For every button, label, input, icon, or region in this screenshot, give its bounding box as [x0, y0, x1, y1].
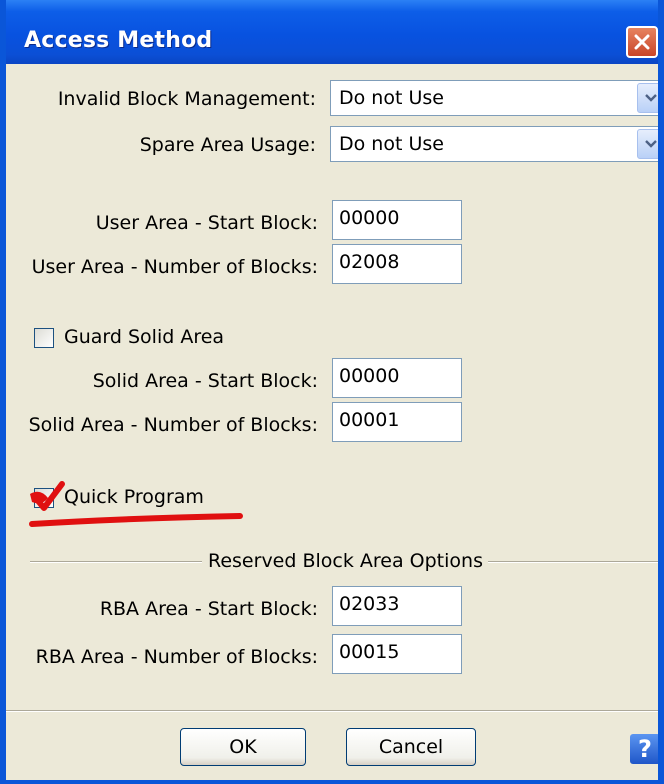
user-area-number-label: User Area - Number of Blocks:	[31, 256, 318, 278]
section-divider	[30, 561, 202, 563]
guard-solid-area-label[interactable]: Guard Solid Area	[64, 326, 224, 348]
rba-number-input[interactable]	[333, 635, 461, 673]
rba-section-title: Reserved Block Area Options	[208, 550, 483, 572]
dialog-title: Access Method	[24, 28, 213, 53]
solid-area-start-input[interactable]	[333, 359, 461, 397]
rba-number-field[interactable]	[332, 634, 462, 674]
solid-area-start-label: Solid Area - Start Block:	[92, 370, 318, 392]
section-divider	[488, 561, 658, 563]
help-icon: ?	[638, 735, 652, 763]
user-area-start-input[interactable]	[333, 201, 461, 239]
user-area-start-label: User Area - Start Block:	[95, 212, 318, 234]
chevron-down-icon	[645, 140, 657, 148]
solid-area-number-label: Solid Area - Number of Blocks:	[28, 414, 318, 436]
rba-start-input[interactable]	[333, 587, 461, 625]
close-icon	[634, 34, 650, 50]
user-area-number-input[interactable]	[333, 245, 461, 283]
ok-button[interactable]: OK	[180, 728, 306, 766]
chevron-down-icon	[645, 94, 657, 102]
rba-number-label: RBA Area - Number of Blocks:	[35, 646, 318, 668]
solid-area-number-field[interactable]	[332, 402, 462, 442]
spare-area-usage-select[interactable]: Do not Use	[330, 126, 658, 162]
spare-area-usage-label: Spare Area Usage:	[139, 134, 316, 156]
invalid-block-management-value: Do not Use	[339, 87, 444, 109]
rba-start-field[interactable]	[332, 586, 462, 626]
solid-area-number-input[interactable]	[333, 403, 461, 441]
rba-start-label: RBA Area - Start Block:	[99, 598, 318, 620]
dropdown-arrow-button[interactable]	[637, 129, 658, 159]
help-button[interactable]: ?	[630, 734, 658, 764]
red-check-annotation	[29, 481, 243, 527]
solid-area-start-field[interactable]	[332, 358, 462, 398]
dropdown-arrow-button[interactable]	[637, 83, 658, 113]
invalid-block-management-label: Invalid Block Management:	[57, 88, 316, 110]
user-area-start-field[interactable]	[332, 200, 462, 240]
access-method-dialog: Access Method Invalid Block Management: …	[0, 0, 664, 784]
footer-divider	[6, 710, 658, 712]
cancel-button[interactable]: Cancel	[346, 728, 476, 766]
invalid-block-management-select[interactable]: Do not Use	[330, 80, 658, 116]
guard-solid-area-checkbox[interactable]	[34, 328, 54, 348]
spare-area-usage-value: Do not Use	[339, 133, 444, 155]
user-area-number-field[interactable]	[332, 244, 462, 284]
title-bar[interactable]: Access Method	[6, 0, 658, 64]
close-button[interactable]	[626, 26, 658, 58]
